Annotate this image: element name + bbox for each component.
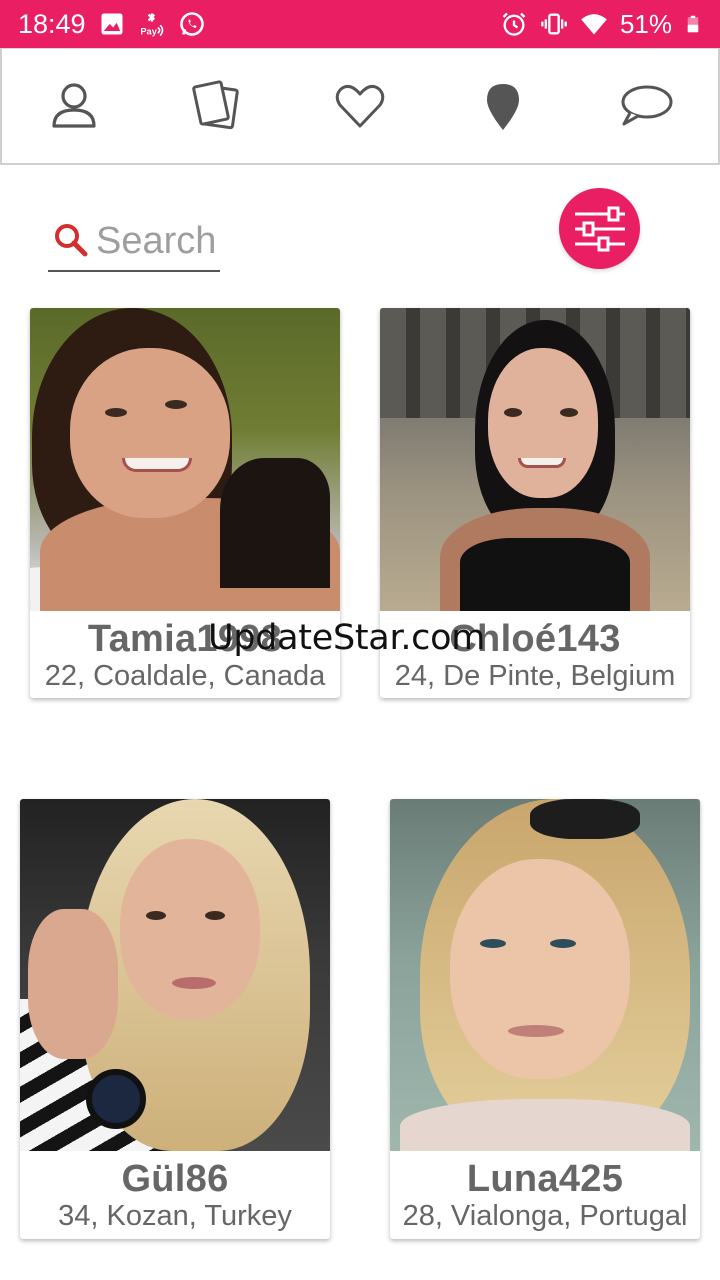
profile-photo bbox=[390, 799, 700, 1151]
heart-icon bbox=[335, 84, 385, 128]
profile-photo bbox=[30, 308, 340, 611]
nav-nearby-button[interactable] bbox=[467, 70, 539, 142]
wifi-icon bbox=[581, 14, 607, 35]
profile-details: 34, Kozan, Turkey bbox=[58, 1200, 292, 1232]
search-icon bbox=[55, 224, 88, 257]
profile-photo bbox=[380, 308, 690, 611]
watermark: UpdateStar.com bbox=[208, 618, 485, 658]
profile-name: Luna425 bbox=[466, 1158, 624, 1200]
status-time: 18:49 bbox=[18, 8, 86, 39]
status-bar: 18:49 Pay 51% bbox=[0, 0, 720, 48]
cards-icon bbox=[192, 80, 239, 130]
profile-details: 24, De Pinte, Belgium bbox=[394, 660, 676, 692]
profile-card[interactable]: Luna425 28, Vialonga, Portugal bbox=[390, 799, 700, 1239]
sliders-icon bbox=[574, 206, 625, 251]
search-input[interactable] bbox=[96, 219, 220, 263]
search-bar[interactable] bbox=[48, 212, 220, 272]
battery-percent: 51% bbox=[619, 8, 672, 39]
nav-cards-button[interactable] bbox=[181, 70, 253, 142]
caixa-pay-icon: Pay bbox=[140, 13, 163, 37]
location-pin-icon bbox=[487, 84, 520, 130]
whatsapp-icon bbox=[179, 12, 204, 36]
profile-name: Gül86 bbox=[121, 1158, 229, 1200]
image-icon bbox=[101, 13, 123, 35]
profile-photo bbox=[20, 799, 330, 1151]
profile-info: Gül86 34, Kozan, Turkey bbox=[20, 1151, 330, 1233]
battery-icon bbox=[687, 15, 699, 33]
top-navigation bbox=[0, 48, 720, 165]
profile-info: Luna425 28, Vialonga, Portugal bbox=[390, 1151, 700, 1233]
profile-details: 22, Coaldale, Canada bbox=[44, 660, 326, 692]
profile-icon bbox=[51, 83, 96, 128]
nav-messages-button[interactable] bbox=[610, 70, 682, 142]
status-left: 18:49 Pay bbox=[18, 9, 206, 40]
svg-text:Pay: Pay bbox=[140, 27, 157, 37]
vibrate-icon bbox=[541, 13, 567, 35]
profile-card[interactable]: Gül86 34, Kozan, Turkey bbox=[20, 799, 330, 1239]
status-right: 51% bbox=[500, 9, 702, 40]
chat-bubble-icon bbox=[621, 85, 673, 126]
nav-profile-button[interactable] bbox=[38, 70, 110, 142]
nav-likes-button[interactable] bbox=[324, 70, 396, 142]
filter-button[interactable] bbox=[559, 188, 640, 269]
profile-details: 28, Vialonga, Portugal bbox=[402, 1200, 688, 1232]
alarm-icon bbox=[502, 12, 526, 36]
